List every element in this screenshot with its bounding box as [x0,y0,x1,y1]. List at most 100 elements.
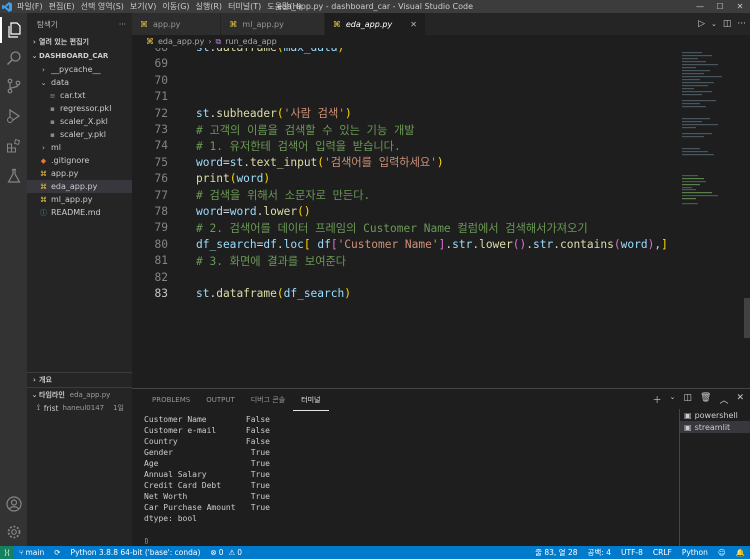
menu-item[interactable]: 파일(F) [14,1,46,12]
function-icon: ⧉ [215,36,222,46]
open-editors-section[interactable]: › 열려 있는 편집기 [27,35,132,49]
terminal-key: Customer e-mail [144,426,217,435]
error-icon: ⊗ [210,548,217,557]
run-dropdown-icon[interactable]: ⌄ [711,20,717,28]
settings-gear-icon[interactable] [0,519,27,545]
new-terminal-icon[interactable]: ＋ [653,393,662,406]
tree-item[interactable]: › ml [27,141,132,154]
tree-item[interactable]: ≡ car.txt [27,89,132,102]
terminal-key: Customer Name [144,415,207,424]
remote-icon[interactable]: ⟩⟨ [0,546,14,559]
timeline-entry[interactable]: ⟟ frist haneul0147 1일 [27,402,132,414]
outline-section[interactable]: › 개요 [27,373,132,387]
extensions-icon[interactable] [0,133,27,159]
panel-tab[interactable]: 터미널 [293,389,329,411]
chevron-down-icon: ⌄ [40,78,47,87]
code-token: '사람 검색' [283,107,345,121]
terminal-icon: ▣ [684,410,692,420]
feedback-icon[interactable]: ☺ [713,548,731,557]
tree-item[interactable]: ▪ scaler_y.pkl [27,128,132,141]
testing-flask-icon[interactable] [0,163,27,189]
editor-tab[interactable]: ⌘ app.py [132,13,222,35]
breadcrumb-file[interactable]: eda_app.py [158,37,204,46]
code-token: df [317,237,331,251]
menu-item[interactable]: 이동(G) [159,1,192,12]
split-editor-icon[interactable]: ◫ [723,19,732,29]
terminal-key: Annual Salary [144,470,207,479]
panel-tab[interactable]: OUTPUT [198,389,243,411]
menu-item[interactable]: 보기(V) [127,1,159,12]
kill-terminal-icon[interactable]: 🗑 [700,393,711,406]
maximize-icon[interactable]: ☐ [710,0,730,13]
timeline-entry-time: 1일 [113,404,124,412]
file-icon: ▪ [50,104,55,113]
outline-label: 개요 [39,376,52,384]
source-control-icon[interactable] [0,73,27,99]
tree-item[interactable]: ◆ .gitignore [27,154,132,167]
run-debug-icon[interactable] [0,103,27,129]
indentation-status[interactable]: 공백: 4 [583,547,616,558]
tree-item[interactable]: ⓘ README.md [27,206,132,219]
sync-status[interactable]: ⟳ [49,548,65,557]
tree-item[interactable]: ⌘ eda_app.py [27,180,132,193]
menu-item[interactable]: 실행(R) [193,1,226,12]
minimap[interactable] [680,48,738,248]
python-file-icon: ⌘ [40,195,47,204]
search-icon[interactable] [0,45,27,71]
terminal-output[interactable]: Customer Name False Customer e-mail False Co… [144,415,270,547]
warning-icon: ⚠ [228,548,236,557]
tree-item[interactable]: › __pycache__ [27,63,132,76]
run-python-icon[interactable]: ▷ [698,19,705,29]
terminal-dropdown-icon[interactable]: ⌄ [670,393,676,406]
workspace-root-section[interactable]: ⌄ DASHBOARD_CAR [27,49,132,63]
tree-item[interactable]: ▪ scaler_X.pkl [27,115,132,128]
code-line: 76 print(word) [132,170,271,187]
tree-item-label: ml_app.py [51,195,93,204]
maximize-panel-icon[interactable]: ︿ [719,393,728,406]
panel-tab[interactable]: PROBLEMS [144,389,198,411]
python-file-icon: ⌘ [40,182,47,191]
terminal-row: Net Worth True [144,492,270,503]
tree-item[interactable]: ⌘ ml_app.py [27,193,132,206]
editor-tab[interactable]: ⌘ ml_app.py [221,13,325,35]
notifications-icon[interactable]: 🔔 [731,548,750,557]
code-token: word [229,205,257,218]
code-editor[interactable]: 68st.dataframe(max_data)69707172st.subhe… [132,48,750,388]
terminal-instance[interactable]: ▣ powershell [680,409,750,421]
editor-scrollbar[interactable] [744,48,750,348]
git-icon: ◆ [40,156,47,165]
panel-tab[interactable]: 디버그 콘솔 [243,389,293,411]
close-window-icon[interactable]: ✕ [730,0,750,13]
line-number: 78 [154,205,168,218]
menu-item[interactable]: 선택 영역(S) [78,1,127,12]
tree-item[interactable]: ⌄ data [27,76,132,89]
terminal-row: Customer e-mail False [144,426,270,437]
code-line: 83 st.dataframe(df_search) [132,285,351,302]
code-token: str [533,237,554,251]
cursor-position[interactable]: 줄 83, 열 28 [530,547,582,558]
menu-item[interactable]: 터미널(T) [225,1,264,12]
language-mode[interactable]: Python [677,548,713,557]
eol-status[interactable]: CRLF [648,548,677,557]
editor-tab[interactable]: ⌘ eda_app.py ✕ [324,13,426,35]
close-tab-icon[interactable]: ✕ [410,20,417,29]
branch-status[interactable]: ⑂ main [14,548,49,557]
more-actions-icon[interactable]: ··· [119,20,126,29]
menu-item[interactable]: 도움말(H) [264,1,304,12]
account-icon[interactable] [0,491,27,517]
menu-item[interactable]: 편집(E) [46,1,78,12]
interpreter-status[interactable]: Python 3.8.8 64-bit ('base': conda) [66,548,206,557]
code-token: text_input [249,156,318,170]
explorer-icon[interactable] [0,17,27,43]
more-actions-icon[interactable]: ··· [737,19,746,29]
tree-item[interactable]: ⌘ app.py [27,167,132,180]
problems-status[interactable]: ⊗ 0 ⚠ 0 [205,548,247,557]
terminal-instance[interactable]: ▣ streamlit [680,421,750,433]
minimize-icon[interactable]: — [690,0,710,13]
breadcrumb-symbol[interactable]: run_eda_app [225,37,276,46]
tree-item[interactable]: ▪ regressor.pkl [27,102,132,115]
close-panel-icon[interactable]: ✕ [736,393,744,406]
timeline-section[interactable]: ⌄ 타임라인 eda_app.py [27,388,132,402]
split-terminal-icon[interactable]: ◫ [683,393,692,406]
encoding-status[interactable]: UTF-8 [616,548,648,557]
